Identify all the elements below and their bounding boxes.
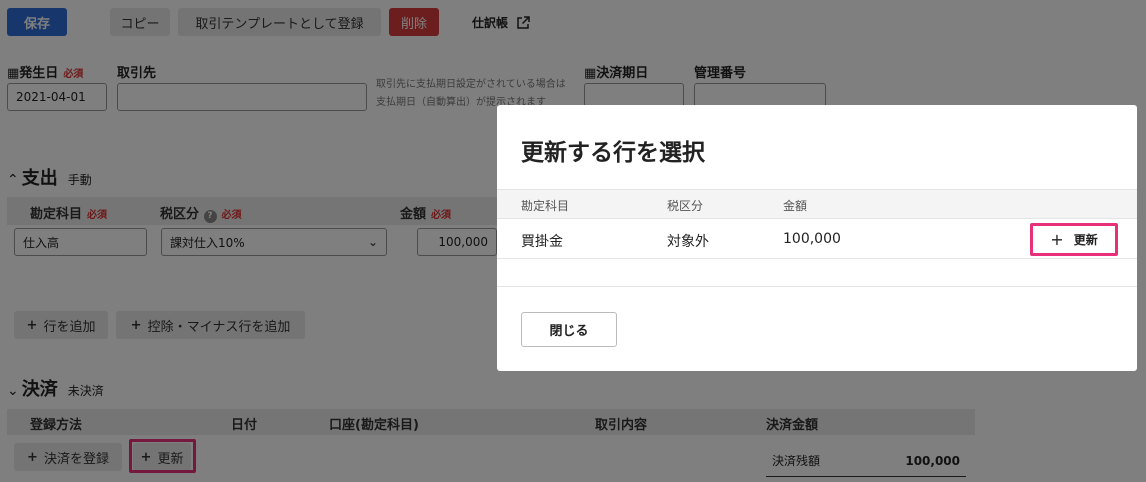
row-account: 買掛金 — [521, 234, 563, 250]
dialog-col-amount: 金額 — [783, 199, 808, 213]
row-amount: 100,000 — [783, 231, 841, 247]
dialog-title: 更新する行を選択 — [521, 140, 705, 166]
highlight-box — [1030, 223, 1118, 256]
dialog-col-tax: 税区分 — [667, 199, 704, 213]
select-row-dialog: 更新する行を選択 勘定科目 税区分 金額 買掛金 対象外 100,000 + 更新… — [497, 105, 1137, 371]
dialog-divider — [497, 286, 1137, 287]
dialog-table-row: 買掛金 対象外 100,000 + 更新 — [497, 219, 1137, 259]
dialog-col-account: 勘定科目 — [521, 199, 570, 213]
row-tax: 対象外 — [667, 234, 709, 250]
dialog-table-header: 勘定科目 税区分 金額 — [497, 189, 1137, 219]
close-button[interactable]: 閉じる — [521, 312, 617, 347]
